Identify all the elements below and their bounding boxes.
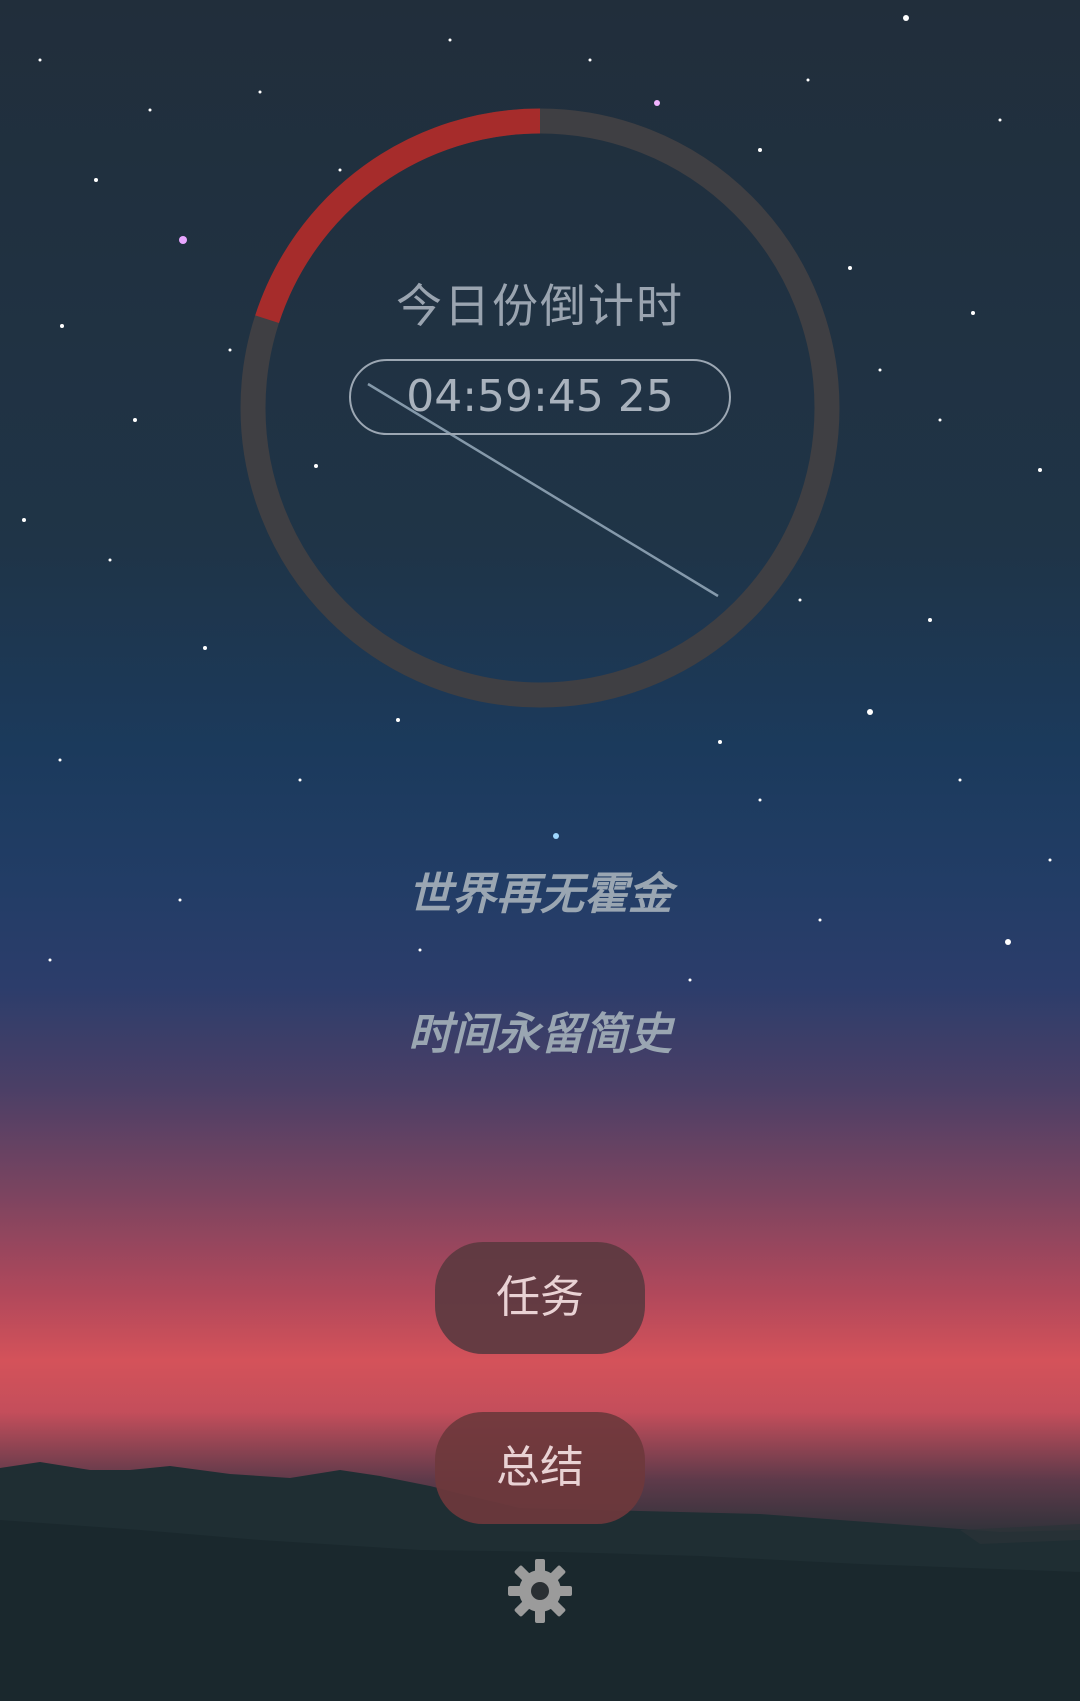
countdown-title: 今日份倒计时 bbox=[396, 279, 684, 333]
quote-line-1: 世界再无霍金 bbox=[408, 869, 672, 920]
quote-line-2: 时间永留简史 bbox=[408, 1009, 672, 1060]
summary-button[interactable]: 总结 bbox=[435, 1412, 645, 1524]
countdown-time: 04:59:45 25 bbox=[349, 359, 731, 435]
task-button[interactable]: 任务 bbox=[435, 1242, 645, 1354]
gear-icon bbox=[508, 1559, 572, 1623]
settings-button[interactable] bbox=[502, 1553, 578, 1629]
